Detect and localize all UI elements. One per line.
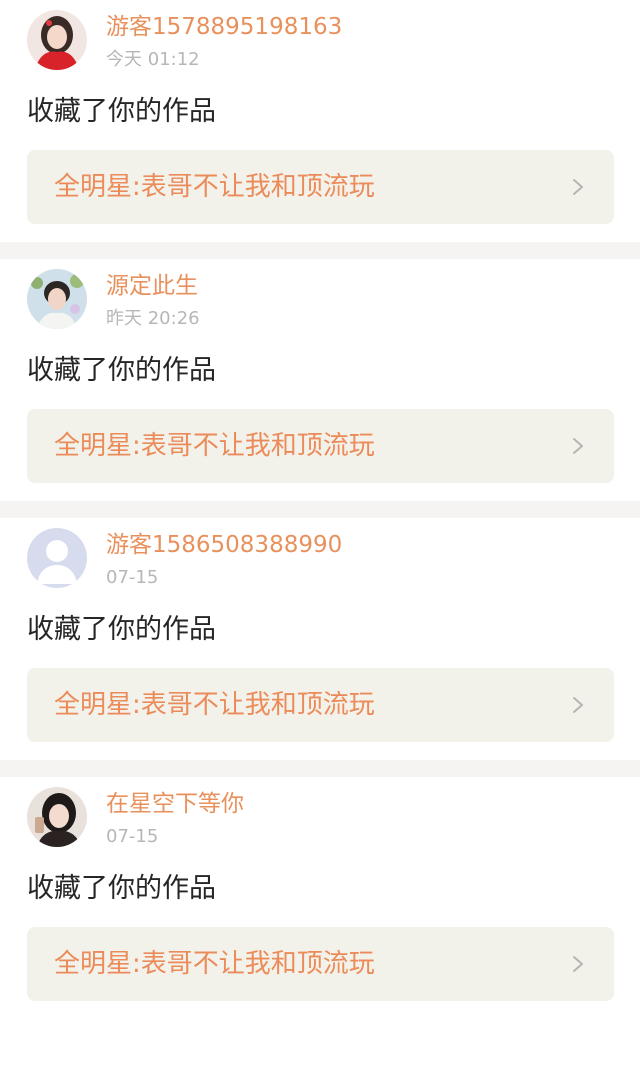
notification-item: 游客1586508388990 07-15 收藏了你的作品 全明星:表哥不让我和… [0,518,640,760]
username[interactable]: 在星空下等你 [106,789,244,819]
chevron-right-icon [573,956,583,972]
avatar-girl-red-dress-icon [27,10,87,70]
username[interactable]: 游客1578895198163 [106,12,342,42]
work-link-card[interactable]: 全明星:表哥不让我和顶流玩 [27,409,614,483]
divider [0,242,640,259]
work-link-card[interactable]: 全明星:表哥不让我和顶流玩 [27,668,614,742]
timestamp: 07-15 [106,826,159,847]
timestamp: 今天 01:12 [106,49,200,70]
work-title: 全明星:表哥不让我和顶流玩 [54,690,375,720]
notification-item: 游客1578895198163 今天 01:12 收藏了你的作品 全明星:表哥不… [0,0,640,242]
action-text: 收藏了你的作品 [27,873,216,904]
chevron-right-icon [573,438,583,454]
avatar[interactable] [27,269,87,329]
avatar-boy-flowers-icon [27,269,87,329]
avatar-girl-dark-hair-icon [27,787,87,847]
avatar[interactable] [27,528,87,588]
notification-feed: 游客1578895198163 今天 01:12 收藏了你的作品 全明星:表哥不… [0,0,640,1019]
default-user-icon [27,528,87,588]
divider [0,501,640,518]
avatar[interactable] [27,10,87,70]
work-link-card[interactable]: 全明星:表哥不让我和顶流玩 [27,927,614,1001]
action-text: 收藏了你的作品 [27,355,216,386]
divider [0,760,640,777]
timestamp: 昨天 20:26 [106,308,200,329]
work-link-card[interactable]: 全明星:表哥不让我和顶流玩 [27,150,614,224]
notification-item: 源定此生 昨天 20:26 收藏了你的作品 全明星:表哥不让我和顶流玩 [0,259,640,501]
notification-item: 在星空下等你 07-15 收藏了你的作品 全明星:表哥不让我和顶流玩 [0,777,640,1019]
username[interactable]: 源定此生 [106,271,198,301]
action-text: 收藏了你的作品 [27,614,216,645]
chevron-right-icon [573,179,583,195]
avatar[interactable] [27,787,87,847]
action-text: 收藏了你的作品 [27,96,216,127]
timestamp: 07-15 [106,567,159,588]
work-title: 全明星:表哥不让我和顶流玩 [54,172,375,202]
work-title: 全明星:表哥不让我和顶流玩 [54,949,375,979]
username[interactable]: 游客1586508388990 [106,530,342,560]
chevron-right-icon [573,697,583,713]
work-title: 全明星:表哥不让我和顶流玩 [54,431,375,461]
